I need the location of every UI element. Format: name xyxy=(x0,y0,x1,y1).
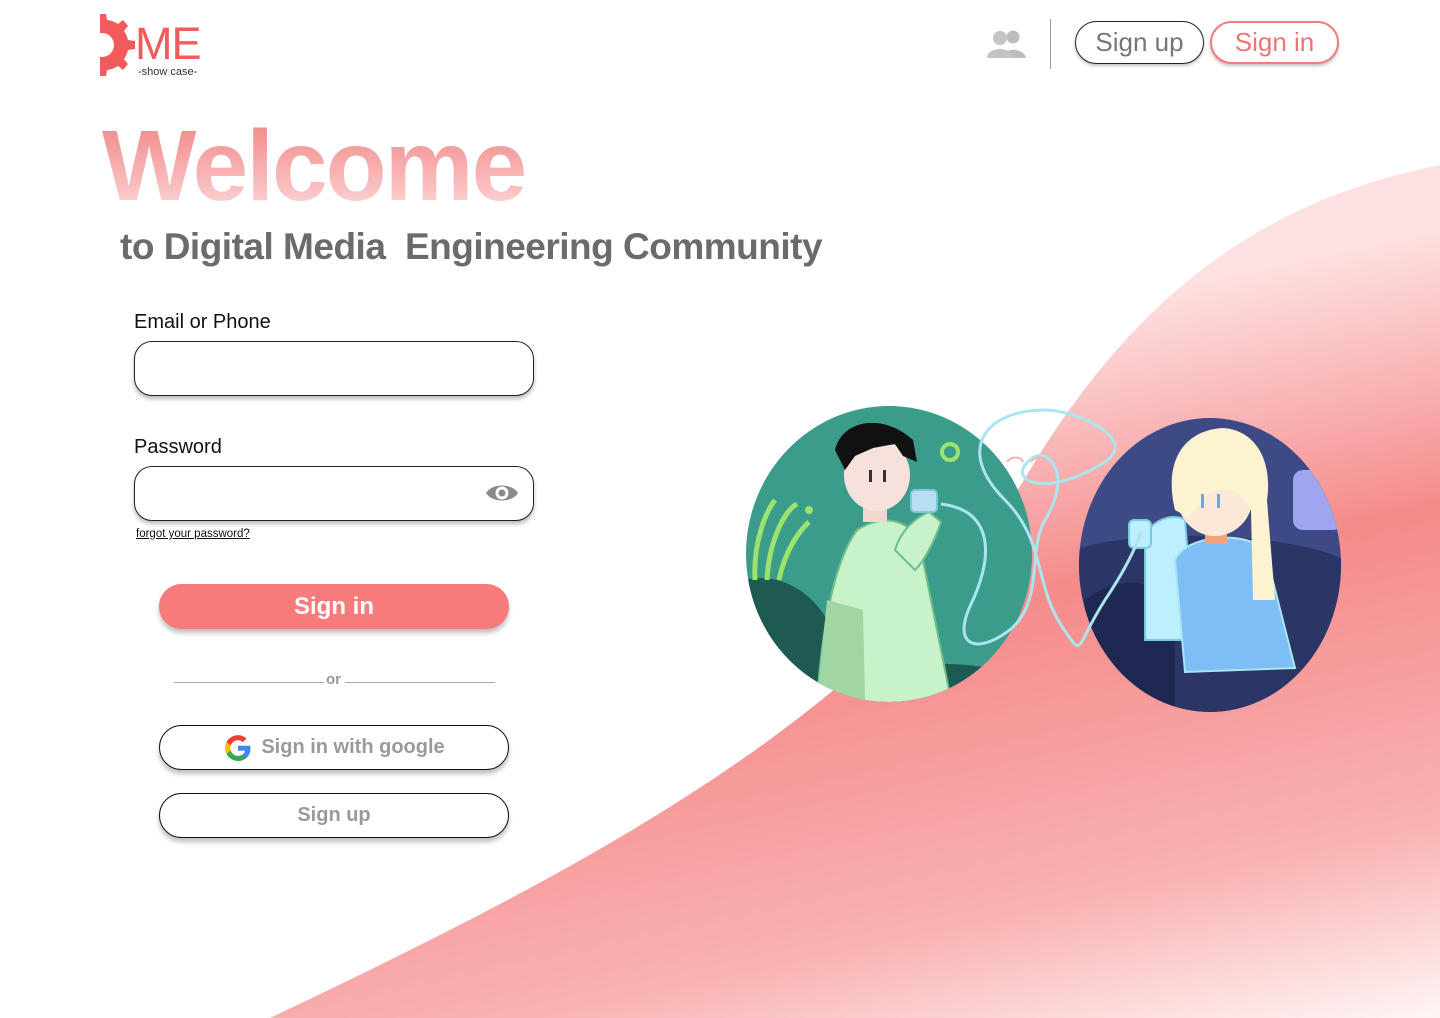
phone-call-illustration xyxy=(746,406,1341,712)
email-field[interactable] xyxy=(134,341,534,396)
divider-line-left xyxy=(174,682,324,683)
google-signin-button[interactable]: Sign in with google xyxy=(159,725,509,770)
logo-wordmark: ME xyxy=(135,18,201,69)
google-signin-label: Sign in with google xyxy=(261,736,445,758)
welcome-subtitle: to Digital Media Engineering Community xyxy=(120,226,823,267)
nav-divider xyxy=(1050,19,1051,69)
divider-line-right xyxy=(345,682,495,683)
signup-button[interactable]: Sign up xyxy=(159,793,509,838)
brand-logo[interactable]: ME -show case- xyxy=(98,8,210,82)
people-icon[interactable] xyxy=(986,28,1028,60)
logo-tagline: -show case- xyxy=(138,66,198,78)
signin-button[interactable]: Sign in xyxy=(159,584,509,629)
nav-signup-button[interactable]: Sign up xyxy=(1075,21,1204,64)
welcome-title: Welcome xyxy=(102,106,527,226)
password-label: Password xyxy=(134,436,222,458)
google-g-icon xyxy=(225,734,251,761)
gear-icon xyxy=(98,14,135,76)
email-label: Email or Phone xyxy=(134,311,271,333)
nav-signin-button[interactable]: Sign in xyxy=(1210,21,1339,64)
eye-icon[interactable] xyxy=(484,478,520,508)
password-field[interactable] xyxy=(134,466,534,521)
divider-or-text: or xyxy=(326,671,341,688)
forgot-password-link[interactable]: forgot your password? xyxy=(136,528,250,540)
